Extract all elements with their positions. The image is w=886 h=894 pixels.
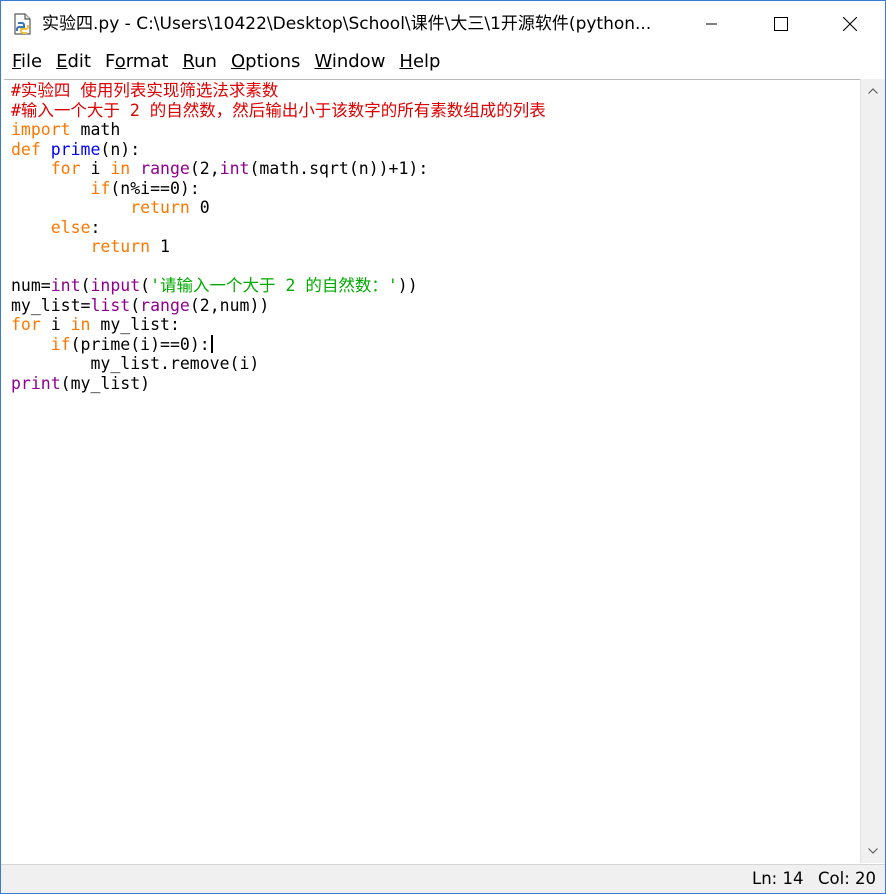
- code-token: if: [50, 334, 71, 354]
- code-token: prime: [50, 139, 101, 159]
- status-line-number: Ln: 14: [752, 869, 804, 888]
- maximize-icon: [774, 17, 788, 31]
- code-line[interactable]: #输入一个大于 2 的自然数，然后输出小于该数字的所有素数组成的列表: [11, 101, 546, 121]
- code-token: my_list=: [11, 295, 91, 315]
- code-token: if: [90, 178, 111, 198]
- code-token: 0: [189, 198, 210, 217]
- code-line[interactable]: import math: [11, 120, 546, 140]
- code-line[interactable]: def prime(n):: [11, 140, 546, 160]
- code-token: my_list:: [90, 315, 180, 334]
- code-token: input: [90, 276, 141, 295]
- code-line[interactable]: my_list.remove(i): [11, 354, 546, 374]
- code-token: '请输入一个大于 2 的自然数：': [150, 276, 398, 295]
- code-token: else: [50, 217, 91, 237]
- menu-edit[interactable]: Edit: [49, 47, 98, 77]
- code-token: i: [80, 159, 111, 178]
- vertical-scrollbar[interactable]: [860, 79, 885, 863]
- code-token: (prime(i)==0):: [70, 334, 210, 354]
- code-line[interactable]: for i in range(2,int(math.sqrt(n))+1):: [11, 159, 546, 179]
- code-token: :: [90, 217, 101, 237]
- code-token: math: [70, 120, 121, 139]
- code-token: print: [11, 373, 61, 393]
- menu-help[interactable]: Help: [392, 47, 447, 77]
- menu-bar: File Edit Format Run Options Window Help: [1, 47, 885, 77]
- scroll-up-button[interactable]: [861, 79, 885, 103]
- code-token: my_list.remove(i): [11, 354, 260, 373]
- code-token: (: [140, 276, 151, 295]
- code-line[interactable]: return 1: [11, 237, 546, 257]
- code-line[interactable]: return 0: [11, 198, 546, 218]
- close-icon: [843, 17, 857, 31]
- status-column-number: Col: 20: [818, 869, 876, 888]
- chevron-up-icon: [868, 88, 878, 94]
- code-token: (2,: [189, 159, 220, 178]
- code-token: for: [11, 315, 41, 334]
- code-token: (n%i==0):: [110, 178, 200, 198]
- code-token: return: [90, 237, 151, 256]
- code-token: (2,num)): [189, 295, 270, 315]
- scroll-down-button[interactable]: [861, 839, 885, 863]
- code-token: (: [80, 276, 91, 295]
- code-token: (: [130, 295, 141, 315]
- code-token: i: [40, 315, 71, 334]
- scrollbar-track[interactable]: [864, 105, 882, 835]
- code-line[interactable]: my_list=list(range(2,num)): [11, 296, 546, 316]
- code-token: int: [219, 159, 250, 178]
- menu-format[interactable]: Format: [98, 47, 175, 77]
- code-line[interactable]: if(n%i==0):: [11, 179, 546, 199]
- title-bar[interactable]: 实验四.py - C:\Users\10422\Desktop\School\课…: [1, 1, 885, 47]
- menu-window[interactable]: Window: [307, 47, 392, 77]
- maximize-button[interactable]: [746, 1, 816, 47]
- minimize-button[interactable]: [677, 1, 747, 47]
- code-token: for: [50, 159, 81, 178]
- code-token: (n):: [100, 139, 141, 159]
- status-bar: Ln: 14 Col: 20: [1, 864, 885, 893]
- code-token: range: [140, 295, 190, 315]
- code-line[interactable]: [11, 257, 546, 277]
- code-token: (my_list): [60, 373, 151, 393]
- chevron-down-icon: [868, 848, 878, 854]
- code-line[interactable]: else:: [11, 218, 546, 238]
- code-text-area[interactable]: #实验四 使用列表实现筛选法求素数 #输入一个大于 2 的自然数，然后输出小于该数…: [11, 81, 546, 393]
- code-token: def: [11, 139, 41, 159]
- menu-file[interactable]: File: [5, 47, 49, 77]
- code-token: in: [70, 315, 91, 334]
- python-file-icon: [12, 13, 34, 35]
- code-line[interactable]: for i in my_list:: [11, 315, 546, 335]
- code-line[interactable]: print(my_list): [11, 374, 546, 394]
- code-token: list: [90, 295, 131, 315]
- code-token: (math.sqrt(n))+1):: [249, 159, 429, 178]
- code-line[interactable]: #实验四 使用列表实现筛选法求素数: [11, 81, 546, 101]
- text-cursor: [210, 334, 213, 353]
- code-token: )): [397, 276, 418, 295]
- code-token: int: [50, 276, 81, 295]
- code-token: in: [110, 159, 131, 178]
- code-token: #实验四 使用列表实现筛选法求素数: [11, 81, 279, 100]
- close-button[interactable]: [815, 1, 885, 47]
- minimize-icon: [706, 23, 717, 25]
- code-editor[interactable]: #实验四 使用列表实现筛选法求素数 #输入一个大于 2 的自然数，然后输出小于该数…: [4, 79, 860, 863]
- code-token: #输入一个大于 2 的自然数，然后输出小于该数字的所有素数组成的列表: [11, 100, 546, 120]
- code-token: import: [11, 120, 71, 139]
- code-token: num=: [11, 276, 51, 295]
- code-token: 1: [150, 237, 170, 256]
- code-line[interactable]: num=int(input('请输入一个大于 2 的自然数：')): [11, 276, 546, 296]
- menu-run[interactable]: Run: [175, 47, 224, 77]
- window-title: 实验四.py - C:\Users\10422\Desktop\School\课…: [42, 14, 652, 34]
- code-line[interactable]: if(prime(i)==0):: [11, 334, 546, 355]
- code-token: return: [130, 198, 190, 217]
- menu-options[interactable]: Options: [224, 47, 307, 77]
- code-token: range: [140, 159, 190, 178]
- idle-editor-window: 实验四.py - C:\Users\10422\Desktop\School\课…: [0, 0, 886, 894]
